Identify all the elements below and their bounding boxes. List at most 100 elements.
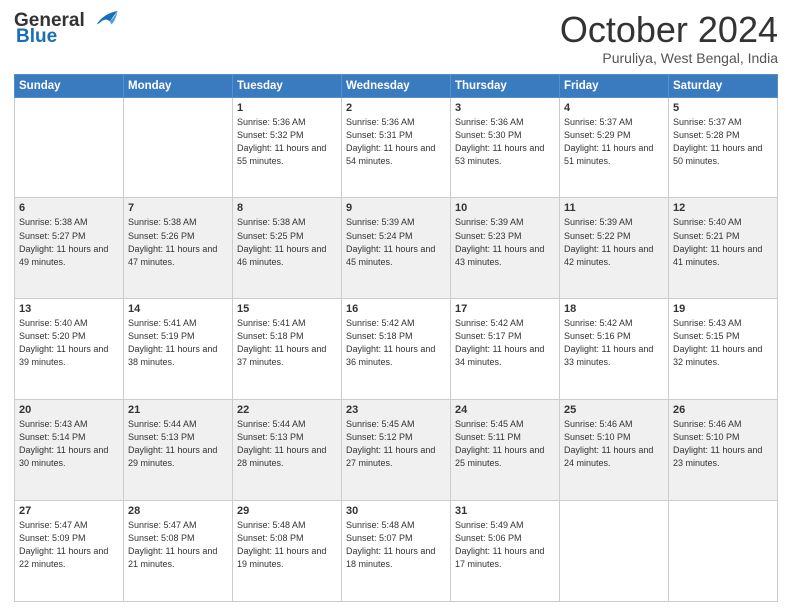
day-info: Sunrise: 5:47 AMSunset: 5:09 PMDaylight:…: [19, 519, 119, 571]
day-number: 22: [237, 404, 337, 416]
day-number: 30: [346, 505, 446, 517]
calendar-row: 1 Sunrise: 5:36 AMSunset: 5:32 PMDaylight…: [15, 97, 778, 198]
day-info: Sunrise: 5:48 AMSunset: 5:07 PMDaylight:…: [346, 519, 446, 571]
day-info: Sunrise: 5:39 AMSunset: 5:23 PMDaylight:…: [455, 216, 555, 268]
day-info: Sunrise: 5:43 AMSunset: 5:15 PMDaylight:…: [673, 317, 773, 369]
day-info: Sunrise: 5:38 AMSunset: 5:26 PMDaylight:…: [128, 216, 228, 268]
day-info: Sunrise: 5:48 AMSunset: 5:08 PMDaylight:…: [237, 519, 337, 571]
day-info: Sunrise: 5:37 AMSunset: 5:28 PMDaylight:…: [673, 116, 773, 168]
calendar-cell: 4 Sunrise: 5:37 AMSunset: 5:29 PMDaylight…: [560, 97, 669, 198]
logo-blue: Blue: [16, 26, 57, 48]
calendar-cell: 7 Sunrise: 5:38 AMSunset: 5:26 PMDaylight…: [124, 198, 233, 299]
calendar-row: 27 Sunrise: 5:47 AMSunset: 5:09 PMDayligh…: [15, 501, 778, 602]
day-info: Sunrise: 5:39 AMSunset: 5:22 PMDaylight:…: [564, 216, 664, 268]
day-number: 25: [564, 404, 664, 416]
day-info: Sunrise: 5:39 AMSunset: 5:24 PMDaylight:…: [346, 216, 446, 268]
calendar-cell: 23 Sunrise: 5:45 AMSunset: 5:12 PMDayligh…: [342, 400, 451, 501]
calendar-cell: 6Sunrise: 5:38 AMSunset: 5:27 PMDaylight…: [15, 198, 124, 299]
day-info: Sunrise: 5:38 AMSunset: 5:27 PMDaylight:…: [19, 216, 119, 268]
calendar-cell: 24 Sunrise: 5:45 AMSunset: 5:11 PMDayligh…: [451, 400, 560, 501]
day-info: Sunrise: 5:41 AMSunset: 5:19 PMDaylight:…: [128, 317, 228, 369]
day-number: 27: [19, 505, 119, 517]
day-info: Sunrise: 5:42 AMSunset: 5:16 PMDaylight:…: [564, 317, 664, 369]
day-number: 15: [237, 303, 337, 315]
day-info: Sunrise: 5:44 AMSunset: 5:13 PMDaylight:…: [128, 418, 228, 470]
weekday-header-row: SundayMondayTuesdayWednesdayThursdayFrid…: [15, 74, 778, 97]
calendar-cell: 14 Sunrise: 5:41 AMSunset: 5:19 PMDayligh…: [124, 299, 233, 400]
day-info: Sunrise: 5:44 AMSunset: 5:13 PMDaylight:…: [237, 418, 337, 470]
page-container: General Blue October 2024 Puruliya, West…: [0, 0, 792, 612]
day-info: Sunrise: 5:37 AMSunset: 5:29 PMDaylight:…: [564, 116, 664, 168]
calendar-cell: 20 Sunrise: 5:43 AMSunset: 5:14 PMDayligh…: [15, 400, 124, 501]
day-info: Sunrise: 5:46 AMSunset: 5:10 PMDaylight:…: [564, 418, 664, 470]
month-title: October 2024: [560, 10, 778, 50]
day-number: 24: [455, 404, 555, 416]
calendar-cell: [15, 97, 124, 198]
day-number: 13: [19, 303, 119, 315]
day-number: 16: [346, 303, 446, 315]
day-number: 4: [564, 102, 664, 114]
calendar-cell: 10 Sunrise: 5:39 AMSunset: 5:23 PMDayligh…: [451, 198, 560, 299]
calendar-table: SundayMondayTuesdayWednesdayThursdayFrid…: [14, 74, 778, 602]
day-number: 18: [564, 303, 664, 315]
day-info: Sunrise: 5:43 AMSunset: 5:14 PMDaylight:…: [19, 418, 119, 470]
calendar-row: 13Sunrise: 5:40 AMSunset: 5:20 PMDayligh…: [15, 299, 778, 400]
calendar-cell: 9 Sunrise: 5:39 AMSunset: 5:24 PMDaylight…: [342, 198, 451, 299]
day-number: 5: [673, 102, 773, 114]
calendar-cell: 28 Sunrise: 5:47 AMSunset: 5:08 PMDayligh…: [124, 501, 233, 602]
day-number: 1: [237, 102, 337, 114]
calendar-cell: [124, 97, 233, 198]
calendar-cell: 19Sunrise: 5:43 AMSunset: 5:15 PMDayligh…: [669, 299, 778, 400]
weekday-header-sunday: Sunday: [15, 74, 124, 97]
title-block: October 2024 Puruliya, West Bengal, Indi…: [560, 10, 778, 66]
day-info: Sunrise: 5:40 AMSunset: 5:21 PMDaylight:…: [673, 216, 773, 268]
weekday-header-monday: Monday: [124, 74, 233, 97]
day-info: Sunrise: 5:38 AMSunset: 5:25 PMDaylight:…: [237, 216, 337, 268]
weekday-header-friday: Friday: [560, 74, 669, 97]
calendar-cell: 31 Sunrise: 5:49 AMSunset: 5:06 PMDayligh…: [451, 501, 560, 602]
day-number: 23: [346, 404, 446, 416]
day-info: Sunrise: 5:42 AMSunset: 5:17 PMDaylight:…: [455, 317, 555, 369]
calendar-cell: 27 Sunrise: 5:47 AMSunset: 5:09 PMDayligh…: [15, 501, 124, 602]
calendar-cell: 17 Sunrise: 5:42 AMSunset: 5:17 PMDayligh…: [451, 299, 560, 400]
day-number: 9: [346, 202, 446, 214]
day-number: 10: [455, 202, 555, 214]
day-info: Sunrise: 5:36 AMSunset: 5:31 PMDaylight:…: [346, 116, 446, 168]
calendar-cell: 30 Sunrise: 5:48 AMSunset: 5:07 PMDayligh…: [342, 501, 451, 602]
calendar-cell: 16Sunrise: 5:42 AMSunset: 5:18 PMDayligh…: [342, 299, 451, 400]
weekday-header-tuesday: Tuesday: [233, 74, 342, 97]
day-info: Sunrise: 5:36 AMSunset: 5:30 PMDaylight:…: [455, 116, 555, 168]
day-info: Sunrise: 5:46 AMSunset: 5:10 PMDaylight:…: [673, 418, 773, 470]
calendar-cell: 5 Sunrise: 5:37 AMSunset: 5:28 PMDaylight…: [669, 97, 778, 198]
day-info: Sunrise: 5:41 AMSunset: 5:18 PMDaylight:…: [237, 317, 337, 369]
day-info: Sunrise: 5:45 AMSunset: 5:12 PMDaylight:…: [346, 418, 446, 470]
day-number: 28: [128, 505, 228, 517]
weekday-header-thursday: Thursday: [451, 74, 560, 97]
calendar-cell: 1 Sunrise: 5:36 AMSunset: 5:32 PMDaylight…: [233, 97, 342, 198]
calendar-cell: [560, 501, 669, 602]
weekday-header-saturday: Saturday: [669, 74, 778, 97]
calendar-row: 20 Sunrise: 5:43 AMSunset: 5:14 PMDayligh…: [15, 400, 778, 501]
calendar-cell: 22 Sunrise: 5:44 AMSunset: 5:13 PMDayligh…: [233, 400, 342, 501]
day-number: 20: [19, 404, 119, 416]
calendar-cell: 25 Sunrise: 5:46 AMSunset: 5:10 PMDayligh…: [560, 400, 669, 501]
calendar-cell: 13Sunrise: 5:40 AMSunset: 5:20 PMDayligh…: [15, 299, 124, 400]
day-info: Sunrise: 5:36 AMSunset: 5:32 PMDaylight:…: [237, 116, 337, 168]
day-number: 17: [455, 303, 555, 315]
logo: General Blue: [14, 10, 119, 48]
day-number: 31: [455, 505, 555, 517]
day-info: Sunrise: 5:45 AMSunset: 5:11 PMDaylight:…: [455, 418, 555, 470]
day-info: Sunrise: 5:49 AMSunset: 5:06 PMDaylight:…: [455, 519, 555, 571]
calendar-cell: 26Sunrise: 5:46 AMSunset: 5:10 PMDayligh…: [669, 400, 778, 501]
day-number: 2: [346, 102, 446, 114]
weekday-header-wednesday: Wednesday: [342, 74, 451, 97]
logo-bird-icon: [89, 9, 119, 31]
calendar-cell: 29 Sunrise: 5:48 AMSunset: 5:08 PMDayligh…: [233, 501, 342, 602]
day-number: 14: [128, 303, 228, 315]
day-number: 7: [128, 202, 228, 214]
page-header: General Blue October 2024 Puruliya, West…: [14, 10, 778, 66]
calendar-cell: 2 Sunrise: 5:36 AMSunset: 5:31 PMDaylight…: [342, 97, 451, 198]
day-number: 29: [237, 505, 337, 517]
calendar-cell: 15 Sunrise: 5:41 AMSunset: 5:18 PMDayligh…: [233, 299, 342, 400]
day-info: Sunrise: 5:47 AMSunset: 5:08 PMDaylight:…: [128, 519, 228, 571]
